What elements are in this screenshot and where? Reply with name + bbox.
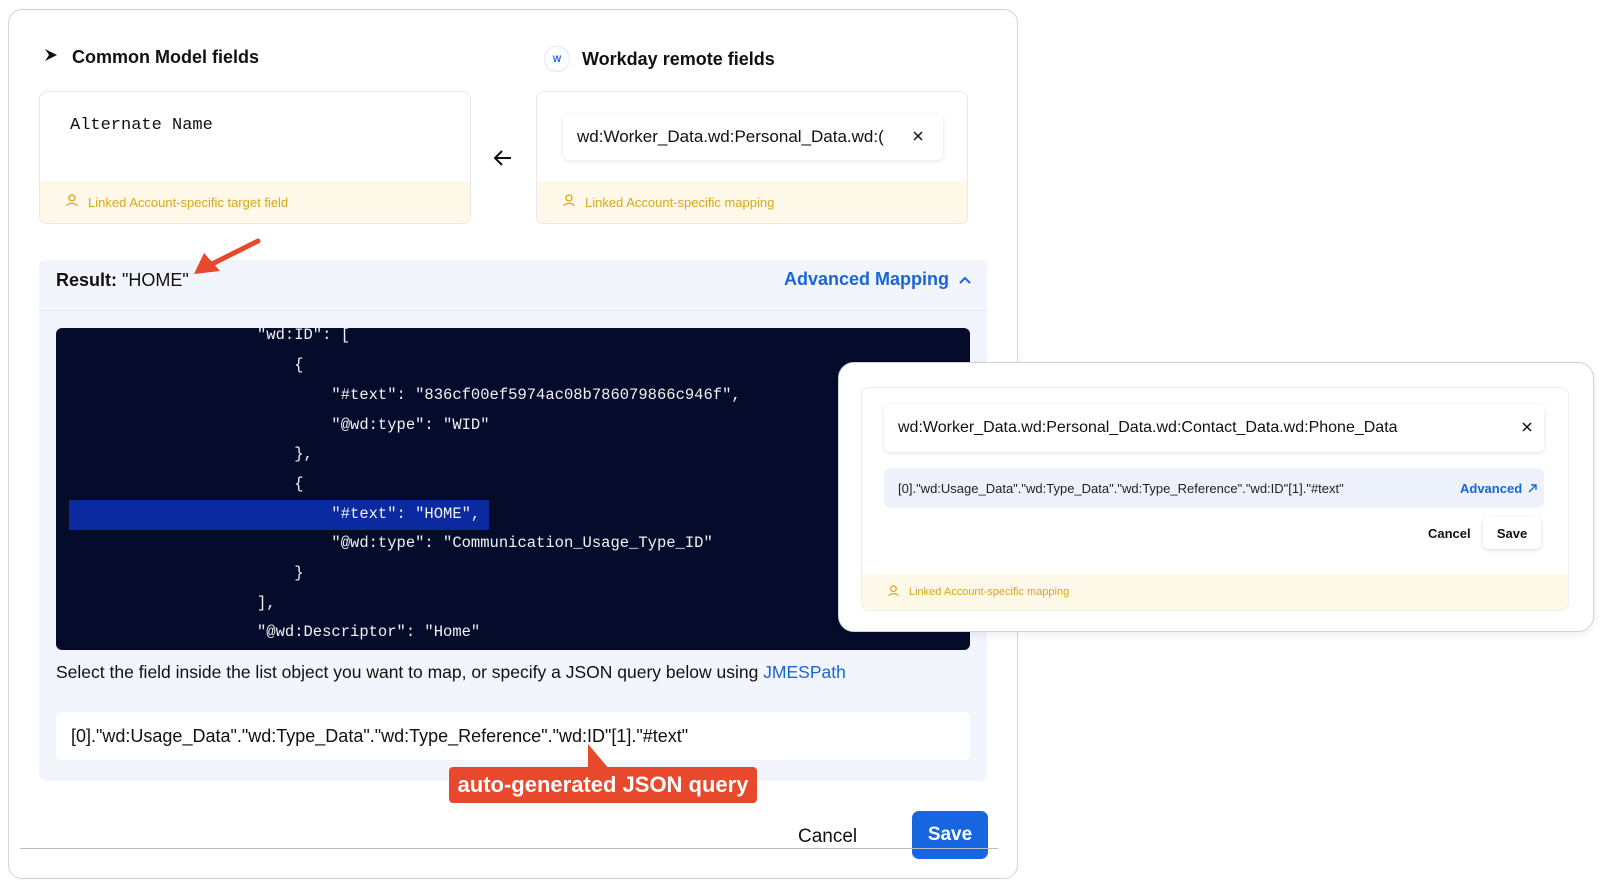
arrow-left-icon <box>493 148 513 173</box>
target-field-card[interactable]: Alternate Name Linked Account-specific t… <box>39 91 471 224</box>
popup-query-row[interactable]: [0]."wd:Usage_Data"."wd:Type_Data"."wd:T… <box>884 468 1544 508</box>
popup-advanced-link[interactable]: Advanced <box>1460 481 1537 496</box>
remote-field-footer: Linked Account-specific mapping <box>537 181 967 223</box>
popup-query-text: [0]."wd:Usage_Data"."wd:Type_Data"."wd:T… <box>898 480 1344 496</box>
code-line-highlighted[interactable]: "#text": "HOME", <box>257 505 480 523</box>
workday-header: W Workday remote fields <box>544 46 775 72</box>
result-label: Result: <box>56 270 118 290</box>
code-line[interactable]: "wd:ID": [ <box>257 328 350 344</box>
red-arrow-annotation <box>190 238 262 285</box>
common-model-title: Common Model fields <box>72 47 260 67</box>
code-line[interactable]: } <box>257 564 303 582</box>
popup-field-select[interactable]: wd:Worker_Data.wd:Personal_Data.wd:Conta… <box>884 404 1544 452</box>
mapping-popup: wd:Worker_Data.wd:Personal_Data.wd:Conta… <box>838 362 1594 632</box>
json-query-input[interactable] <box>56 712 970 760</box>
user-icon <box>66 194 78 210</box>
merge-logo-icon <box>42 46 60 69</box>
remote-field-value: wd:Worker_Data.wd:Personal_Data.wd:( <box>577 127 884 146</box>
close-icon[interactable] <box>913 128 923 146</box>
divider <box>20 848 998 849</box>
result-value: "HOME" <box>122 270 189 290</box>
code-line[interactable]: "@wd:Descriptor": "Home" <box>257 623 480 641</box>
result-row: Result: "HOME" Advanced Mapping <box>39 260 987 311</box>
cancel-button[interactable]: Cancel <box>798 826 857 848</box>
code-line[interactable]: }, <box>257 445 313 463</box>
code-line[interactable]: { <box>257 475 303 493</box>
jmespath-link[interactable]: JMESPath <box>763 662 846 682</box>
target-field-footer: Linked Account-specific target field <box>40 181 470 223</box>
popup-cancel-button[interactable]: Cancel <box>1428 526 1471 541</box>
code-line[interactable]: "@wd:type": "Communication_Usage_Type_ID… <box>257 534 712 552</box>
target-field-name: Alternate Name <box>70 116 213 135</box>
code-line[interactable]: "#text": "836cf00ef5974ac08b786079866c94… <box>257 386 740 404</box>
popup-field-value: wd:Worker_Data.wd:Personal_Data.wd:Conta… <box>898 419 1398 436</box>
close-icon[interactable] <box>1522 419 1532 437</box>
json-code-block[interactable]: "wd:ID": [ { "#text": "836cf00ef5974ac08… <box>56 328 970 650</box>
code-line[interactable]: ], <box>257 594 276 612</box>
common-model-header: Common Model fields <box>42 46 259 69</box>
popup-save-button[interactable]: Save <box>1483 517 1541 549</box>
workday-logo-icon: W <box>544 46 570 72</box>
user-icon <box>563 194 575 210</box>
annotation-label: auto-generated JSON query <box>449 767 757 803</box>
advanced-mapping-toggle[interactable]: Advanced Mapping <box>784 269 971 290</box>
save-button[interactable]: Save <box>912 811 988 859</box>
remote-field-select[interactable]: wd:Worker_Data.wd:Personal_Data.wd:( <box>563 114 943 160</box>
user-icon <box>888 584 899 600</box>
chevron-up-icon <box>959 271 971 289</box>
popup-footer: Linked Account-specific mapping <box>862 574 1568 610</box>
workday-title: Workday remote fields <box>582 48 775 69</box>
instruction-text: Select the field inside the list object … <box>56 662 846 682</box>
external-arrow-icon <box>1528 481 1537 496</box>
result-text: Result: "HOME" <box>56 270 189 291</box>
code-line[interactable]: "@wd:type": "WID" <box>257 416 489 434</box>
popup-card: wd:Worker_Data.wd:Personal_Data.wd:Conta… <box>861 387 1569 611</box>
code-line[interactable]: { <box>257 356 303 374</box>
remote-field-card: wd:Worker_Data.wd:Personal_Data.wd:( Lin… <box>536 91 968 224</box>
